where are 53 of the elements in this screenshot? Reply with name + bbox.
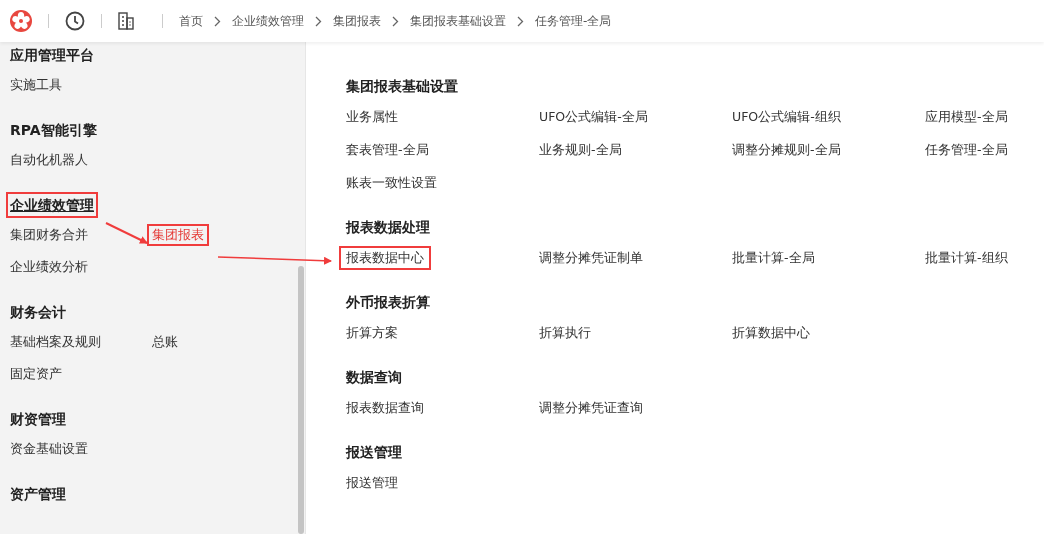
- sidebar-item[interactable]: 集团报表: [149, 226, 207, 244]
- sidebar-heading: 企业绩效管理: [8, 194, 96, 216]
- breadcrumb-link[interactable]: 首页: [179, 12, 203, 30]
- menu-link[interactable]: UFO公式编辑-组织: [727, 107, 846, 127]
- chevron-right-icon: [517, 15, 524, 27]
- breadcrumb-link[interactable]: 集团报表基础设置: [410, 12, 506, 30]
- group-heading: 数据查询: [346, 368, 403, 387]
- menu-link[interactable]: 调整分摊规则-全局: [727, 140, 846, 160]
- breadcrumb-link[interactable]: 企业绩效管理: [232, 12, 304, 30]
- menu-link[interactable]: 报表数据中心: [341, 248, 429, 268]
- menu-link[interactable]: 报送管理: [341, 473, 403, 493]
- menu-link[interactable]: 业务规则-全局: [534, 140, 627, 160]
- menu-link[interactable]: 批量计算-全局: [727, 248, 820, 268]
- menu-link[interactable]: 账表一致性设置: [341, 173, 442, 193]
- sidebar-heading: RPA智能引擎: [9, 121, 98, 140]
- menu-link[interactable]: 业务属性: [341, 107, 403, 127]
- menu-link[interactable]: 调整分摊凭证查询: [534, 398, 648, 418]
- sidebar-heading: 财资管理: [9, 410, 67, 429]
- chevron-right-icon: [315, 15, 322, 27]
- sidebar-item[interactable]: 固定资产: [7, 365, 65, 383]
- menu-link[interactable]: 折算方案: [341, 323, 403, 343]
- annotation-arrow: [105, 222, 148, 244]
- group-heading: 集团报表基础设置: [346, 77, 459, 96]
- sidebar-heading: 资产管理: [9, 485, 67, 504]
- group-heading: 报送管理: [346, 443, 403, 462]
- sidebar-item[interactable]: 企业绩效分析: [7, 258, 91, 276]
- chevron-right-icon: [214, 15, 221, 27]
- menu-link[interactable]: UFO公式编辑-全局: [534, 107, 653, 127]
- sidebar-item[interactable]: 基础档案及规则: [7, 333, 104, 351]
- sidebar-item[interactable]: 实施工具: [7, 76, 65, 94]
- breadcrumb-link[interactable]: 集团报表: [333, 12, 381, 30]
- sidebar-item[interactable]: 资金基础设置: [7, 440, 91, 458]
- menu-link[interactable]: 折算数据中心: [727, 323, 815, 343]
- group-heading: 外币报表折算: [346, 293, 431, 312]
- menu-link[interactable]: 折算执行: [534, 323, 596, 343]
- sidebar-item[interactable]: 集团财务合并: [7, 226, 91, 244]
- menu-link[interactable]: 套表管理-全局: [341, 140, 434, 160]
- sidebar-heading: 财务会计: [9, 303, 67, 322]
- menu-link[interactable]: 调整分摊凭证制单: [534, 248, 648, 268]
- menu-link[interactable]: 任务管理-全局: [920, 140, 1013, 160]
- menu-link[interactable]: 批量计算-组织: [920, 248, 1013, 268]
- scrollbar-thumb[interactable]: [298, 266, 304, 534]
- chevron-right-icon: [392, 15, 399, 27]
- sidebar-heading: 应用管理平台: [9, 46, 95, 65]
- clock-icon[interactable]: [65, 11, 85, 31]
- menu-link[interactable]: 报表数据查询: [341, 398, 429, 418]
- building-icon[interactable]: [118, 12, 134, 30]
- breadcrumb-link[interactable]: 任务管理-全局: [535, 12, 612, 30]
- sidebar-item[interactable]: 自动化机器人: [7, 151, 91, 169]
- group-heading: 报表数据处理: [346, 218, 431, 237]
- sidebar-item[interactable]: 总账: [149, 333, 181, 351]
- logo-icon[interactable]: [10, 10, 32, 32]
- menu-link[interactable]: 应用模型-全局: [920, 107, 1013, 127]
